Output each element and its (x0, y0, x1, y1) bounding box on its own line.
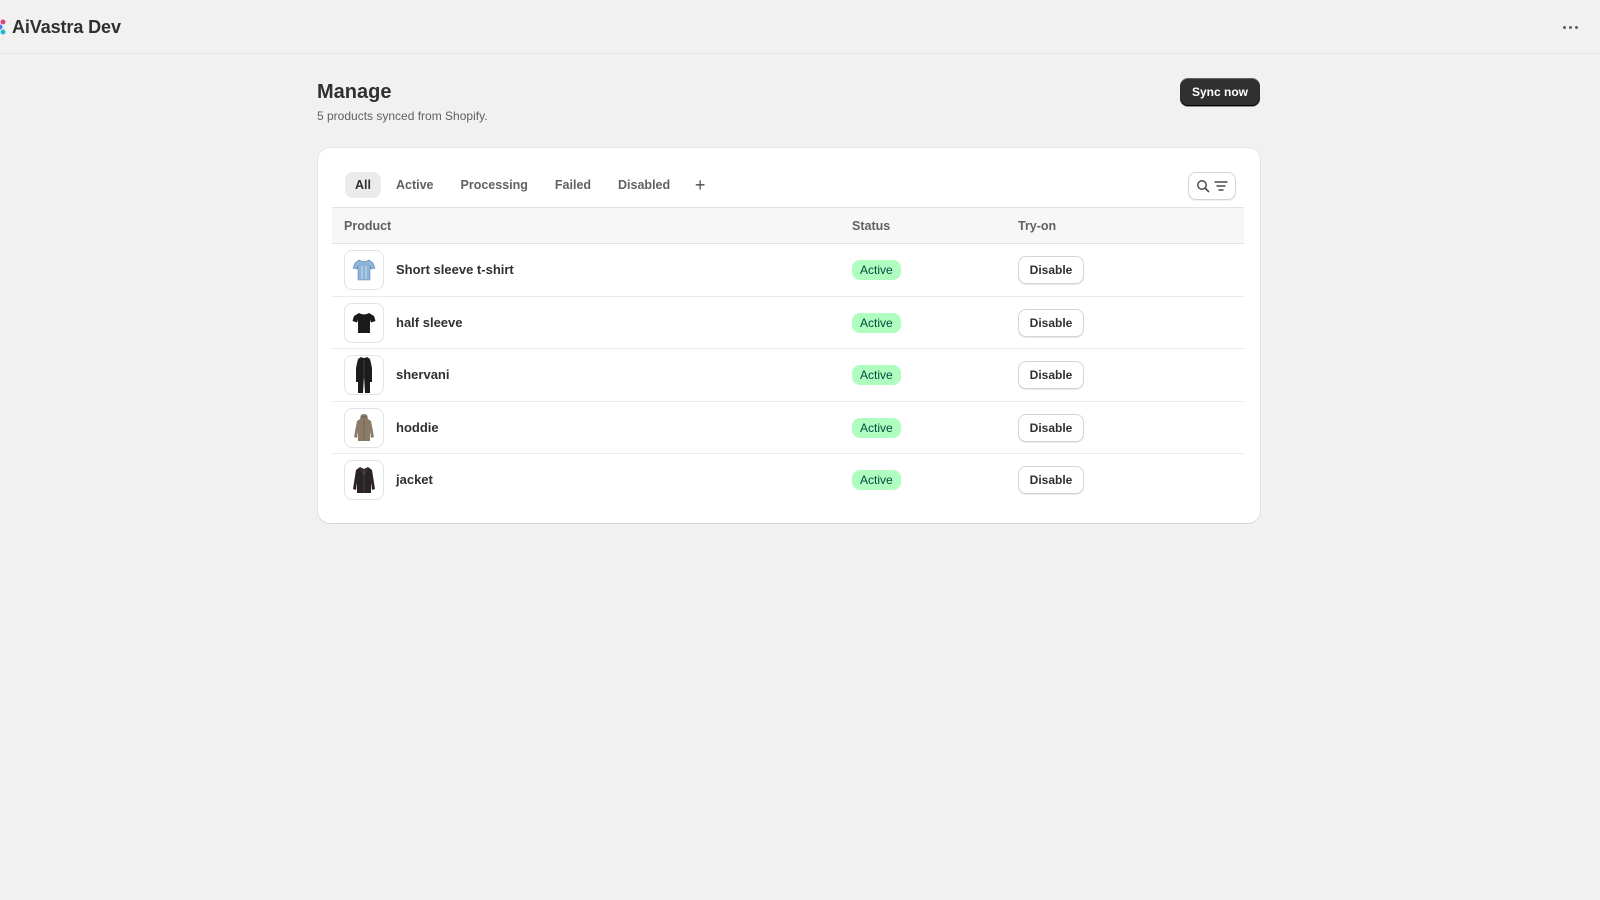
tab-all[interactable]: All (345, 172, 381, 198)
product-thumbnail (344, 302, 384, 343)
table-row[interactable]: hoddie Active Disable (332, 402, 1244, 454)
products-card: All Active Processing Failed Disabled + … (318, 148, 1260, 523)
tab-active[interactable]: Active (384, 172, 446, 198)
column-header-product: Product (344, 219, 392, 233)
table-row[interactable]: Short sleeve t-shirt Active Disable (332, 244, 1244, 297)
product-thumbnail (344, 407, 384, 448)
table-row[interactable]: shervani Active Disable (332, 349, 1244, 402)
product-name: Short sleeve t-shirt (396, 262, 514, 277)
product-name: hoddie (396, 419, 439, 435)
disable-button[interactable]: Disable (1018, 361, 1084, 389)
product-thumbnail (344, 355, 384, 395)
app-header: AiVastra Dev (0, 0, 1600, 54)
filter-icon (1214, 181, 1228, 191)
status-badge: Active (852, 260, 901, 280)
tab-processing[interactable]: Processing (449, 172, 540, 198)
product-thumbnail (344, 250, 384, 290)
page-title: Manage (317, 81, 392, 103)
product-name: shervani (396, 367, 450, 382)
jacket-icon (353, 466, 375, 493)
long-coat-icon (356, 357, 372, 393)
table-header: Product Status Try-on (332, 207, 1244, 244)
disable-button[interactable]: Disable (1018, 308, 1084, 337)
hoodie-icon (354, 413, 374, 441)
add-view-button[interactable]: + (687, 172, 713, 198)
search-filter-button[interactable] (1188, 172, 1236, 200)
status-badge: Active (852, 470, 901, 490)
tab-failed[interactable]: Failed (543, 172, 603, 198)
app-logo-icon (0, 19, 6, 35)
status-badge: Active (852, 312, 901, 333)
disable-button[interactable]: Disable (1018, 413, 1084, 442)
table-row[interactable]: jacket Active Disable (332, 454, 1244, 507)
search-icon (1197, 180, 1210, 193)
tshirt-icon (352, 259, 376, 281)
disable-button[interactable]: Disable (1018, 256, 1084, 284)
product-name: half sleeve (396, 314, 463, 330)
tab-disabled[interactable]: Disabled (606, 172, 682, 198)
tshirt-icon (352, 312, 376, 333)
table-row[interactable]: half sleeve Active Disable (332, 297, 1244, 349)
filter-tabs: All Active Processing Failed Disabled + (345, 172, 713, 198)
disable-button[interactable]: Disable (1018, 466, 1084, 494)
more-actions-icon[interactable] (1558, 16, 1582, 38)
column-header-tryon: Try-on (1018, 219, 1057, 233)
product-thumbnail (344, 460, 384, 500)
product-name: jacket (396, 472, 433, 487)
sync-now-button[interactable]: Sync now (1180, 78, 1260, 106)
app-title: AiVastra Dev (12, 17, 121, 37)
column-header-status: Status (852, 219, 891, 233)
status-badge: Active (852, 417, 901, 438)
status-badge: Active (852, 365, 901, 385)
page-subtitle: 5 products synced from Shopify. (317, 109, 488, 123)
products-table: Product Status Try-on Short sleeve t-shi… (332, 207, 1244, 507)
